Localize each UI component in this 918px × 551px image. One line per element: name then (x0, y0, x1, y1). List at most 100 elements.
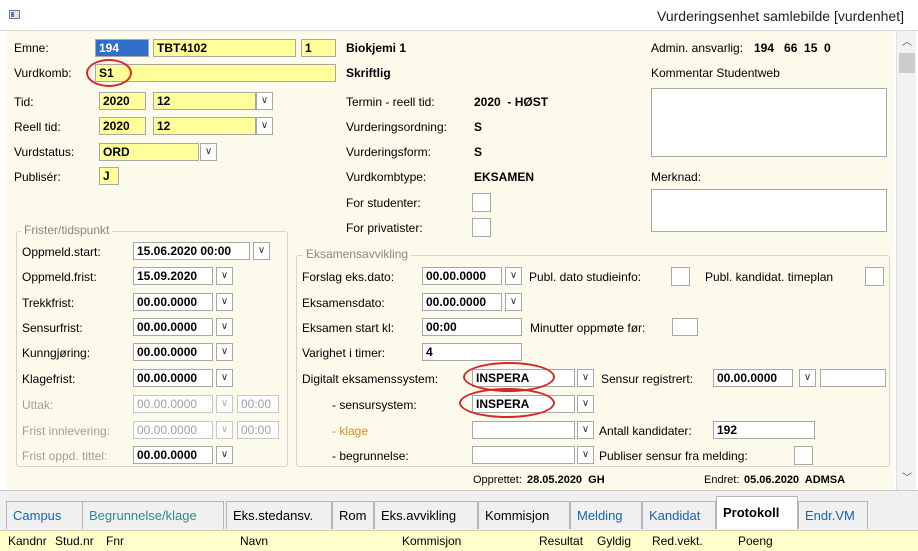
col-red-vekt[interactable]: Red.vekt. (652, 534, 703, 548)
emne-code-field[interactable]: TBT4102 (153, 39, 296, 57)
tab-rom[interactable]: Rom (332, 501, 374, 529)
col-kandnr[interactable]: Kandnr (8, 534, 47, 548)
trekkfrist-dropdown-icon[interactable]: ∨ (216, 293, 233, 311)
start-kl-field[interactable]: 00:00 (422, 318, 522, 336)
tab-endr-vm[interactable]: Endr.VM (798, 501, 868, 529)
sensurfrist-field[interactable]: 00.00.0000 (133, 318, 213, 336)
for-privatister-label: For privatister: (346, 221, 423, 235)
scroll-thumb[interactable] (899, 53, 915, 73)
vertical-scrollbar[interactable]: ︿ ﹀ (896, 31, 916, 490)
tab-begrunnelse-klage[interactable]: Begrunnelse/klage (82, 501, 224, 529)
reell-tid-year-field[interactable]: 2020 (99, 117, 146, 135)
kunngjoring-dropdown-icon[interactable]: ∨ (216, 343, 233, 361)
oppmeld-start-field[interactable]: 15.06.2020 00:00 (133, 242, 250, 260)
uttak-dropdown-icon[interactable]: ∨ (216, 395, 233, 413)
eksamensdato-dropdown-icon[interactable]: ∨ (505, 293, 522, 311)
begrunnelse-field[interactable] (472, 446, 575, 464)
studentweb-comment-label: Kommentar Studentweb (651, 66, 780, 80)
klage-dropdown-icon[interactable]: ∨ (577, 421, 594, 439)
vurdkombtype-value: EKSAMEN (474, 170, 535, 184)
emne-version-field[interactable]: 1 (301, 39, 336, 57)
col-resultat[interactable]: Resultat (539, 534, 583, 548)
frist-oppd-tittel-dropdown-icon[interactable]: ∨ (216, 446, 233, 464)
oppmeld-start-label: Oppmeld.start: (22, 245, 101, 259)
vurdkomb-desc: Skriftlig (346, 66, 391, 80)
publiser-field[interactable]: J (99, 167, 119, 185)
sensur-registrert-dropdown-icon[interactable]: ∨ (799, 369, 816, 387)
eksamensdato-field[interactable]: 00.00.0000 (422, 293, 502, 311)
antall-kandidater-field[interactable]: 192 (713, 421, 815, 439)
uttak-date-field[interactable]: 00.00.0000 (133, 395, 213, 413)
scroll-down-icon[interactable]: ﹀ (897, 469, 917, 488)
title-bar: Vurderingsenhet samlebilde [vurdenhet] (0, 0, 918, 31)
tab-kommisjon[interactable]: Kommisjon (478, 501, 570, 529)
merknad-label: Merknad: (651, 170, 702, 184)
digitalt-eksamenssystem-dropdown-icon[interactable]: ∨ (577, 369, 594, 387)
studentweb-comment-field[interactable] (651, 88, 887, 157)
emne-inst-field[interactable]: 194 (95, 39, 149, 57)
tab-campus[interactable]: Campus (6, 501, 83, 529)
vurdkomb-label: Vurdkomb: (14, 66, 72, 80)
publiser-sensur-checkbox[interactable] (794, 446, 813, 465)
sensur-registrert-field[interactable]: 00.00.0000 (713, 369, 793, 387)
frist-innlevering-label: Frist innlevering: (22, 424, 111, 438)
publ-dato-studieinfo-checkbox[interactable] (671, 267, 690, 286)
uttak-label: Uttak: (22, 398, 54, 412)
oppmeld-frist-dropdown-icon[interactable]: ∨ (216, 267, 233, 285)
digitalt-eksamenssystem-label: Digitalt eksamenssystem: (302, 372, 439, 386)
sensur-registrert-extra-field[interactable] (820, 369, 886, 387)
vurdstatus-dropdown-icon[interactable]: ∨ (200, 143, 217, 161)
frist-innlevering-date-field[interactable]: 00.00.0000 (133, 421, 213, 439)
col-poeng[interactable]: Poeng (738, 534, 773, 548)
reell-tid-label: Reell tid: (14, 120, 61, 134)
sensurfrist-dropdown-icon[interactable]: ∨ (216, 318, 233, 336)
publ-kandidat-timeplan-label: Publ. kandidat. timeplan (705, 270, 834, 284)
tid-year-field[interactable]: 2020 (99, 92, 146, 110)
admin-values: 194 66 15 0 (754, 41, 831, 55)
for-studenter-checkbox[interactable] (472, 193, 491, 212)
reell-tid-dropdown-icon[interactable]: ∨ (256, 117, 273, 135)
minutter-oppmote-field[interactable] (672, 318, 698, 336)
vurdstatus-field[interactable]: ORD (99, 143, 199, 161)
col-kommisjon[interactable]: Kommisjon (402, 534, 461, 548)
publiser-label: Publisér: (14, 170, 61, 184)
for-privatister-checkbox[interactable] (472, 218, 491, 237)
frist-oppd-tittel-label: Frist oppd. tittel: (22, 449, 108, 463)
klage-label: - klage (332, 424, 369, 438)
tid-month-field[interactable]: 12 (153, 92, 256, 110)
trekkfrist-label: Trekkfrist: (22, 296, 75, 310)
tab-protokoll[interactable]: Protokoll (716, 496, 798, 529)
varighet-field[interactable]: 4 (422, 343, 522, 361)
trekkfrist-field[interactable]: 00.00.0000 (133, 293, 213, 311)
tab-eks-stedansv[interactable]: Eks.stedansv. (226, 501, 332, 529)
tab-eks-avvikling[interactable]: Eks.avvikling (374, 501, 478, 529)
forslag-eksdato-dropdown-icon[interactable]: ∨ (505, 267, 522, 285)
termin-value: 2020 - HØST (474, 95, 549, 109)
publ-kandidat-timeplan-checkbox[interactable] (865, 267, 884, 286)
frist-innlevering-dropdown-icon[interactable]: ∨ (216, 421, 233, 439)
col-gyldig[interactable]: Gyldig (597, 534, 631, 548)
forslag-eksdato-field[interactable]: 00.00.0000 (422, 267, 502, 285)
frist-innlevering-time-field[interactable]: 00:00 (237, 421, 279, 439)
frist-oppd-tittel-field[interactable]: 00.00.0000 (133, 446, 213, 464)
begrunnelse-dropdown-icon[interactable]: ∨ (577, 446, 594, 464)
col-fnr[interactable]: Fnr (106, 534, 124, 548)
kunngjoring-field[interactable]: 00.00.0000 (133, 343, 213, 361)
merknad-field[interactable] (651, 189, 887, 232)
klage-field[interactable] (472, 421, 575, 439)
scroll-up-icon[interactable]: ︿ (897, 33, 917, 52)
klagefrist-dropdown-icon[interactable]: ∨ (216, 369, 233, 387)
uttak-time-field[interactable]: 00:00 (237, 395, 279, 413)
oppmeld-frist-field[interactable]: 15.09.2020 (133, 267, 213, 285)
eksamensavvikling-group-title: Eksamensavvikling (303, 247, 412, 261)
oppmeld-start-dropdown-icon[interactable]: ∨ (253, 242, 270, 260)
tab-kandidat[interactable]: Kandidat (642, 501, 716, 529)
col-stud-nr[interactable]: Stud.nr (55, 534, 94, 548)
tab-melding[interactable]: Melding (570, 501, 642, 529)
opprettet-value: 28.05.2020 GH (527, 474, 605, 486)
sensursystem-dropdown-icon[interactable]: ∨ (577, 395, 594, 413)
tid-dropdown-icon[interactable]: ∨ (256, 92, 273, 110)
col-navn[interactable]: Navn (240, 534, 268, 548)
klagefrist-field[interactable]: 00.00.0000 (133, 369, 213, 387)
reell-tid-month-field[interactable]: 12 (153, 117, 256, 135)
